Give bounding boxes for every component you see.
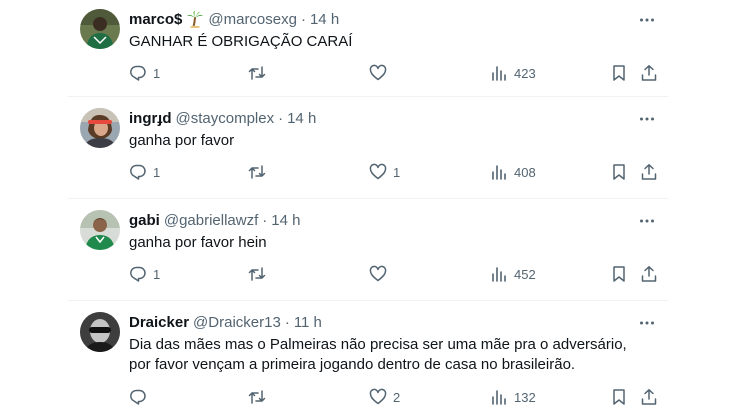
share-button[interactable]	[640, 263, 658, 285]
retweet-icon	[248, 390, 266, 404]
tweet[interactable]: Draicker @Draicker13 · 11 h Dia das mães…	[68, 301, 668, 416]
palm-tree-icon	[186, 10, 204, 29]
views-button[interactable]: 408	[490, 161, 536, 183]
display-name[interactable]: Draicker	[129, 314, 189, 331]
timestamp[interactable]: 14 h	[287, 110, 316, 127]
avatar[interactable]	[80, 9, 120, 49]
avatar[interactable]	[80, 108, 120, 148]
retweet-button[interactable]	[248, 263, 272, 285]
display-name[interactable]: gabi	[129, 212, 160, 229]
like-button[interactable]	[369, 263, 393, 285]
tweet[interactable]: marco$ @marcosexg · 14 h GANHAR É OBRIGA…	[68, 0, 668, 97]
views-count: 408	[514, 164, 536, 180]
views-count: 132	[514, 389, 536, 405]
bookmark-button[interactable]	[610, 263, 628, 285]
retweet-button[interactable]	[248, 386, 272, 408]
like-button[interactable]	[369, 62, 393, 84]
retweet-button[interactable]	[248, 62, 272, 84]
reply-icon	[130, 389, 146, 405]
tweet-actions: 1 423	[129, 62, 659, 84]
like-button[interactable]: 2	[369, 386, 400, 408]
tweet-text: ganha por favor hein	[129, 234, 267, 251]
views-icon	[492, 66, 506, 81]
reply-button[interactable]	[129, 386, 153, 408]
more-options-icon[interactable]	[638, 314, 656, 332]
timeline-feed: marco$ @marcosexg · 14 h GANHAR É OBRIGA…	[68, 0, 668, 416]
views-count: 423	[514, 65, 536, 81]
share-icon	[641, 164, 657, 180]
reply-button[interactable]: 1	[129, 161, 160, 183]
tweet[interactable]: ingrɟd @staycomplex · 14 h ganha por fav…	[68, 97, 668, 199]
reply-count: 1	[153, 266, 161, 282]
tweet-text: GANHAR É OBRIGAÇÃO CARAÍ	[129, 33, 353, 50]
bookmark-button[interactable]	[610, 161, 628, 183]
share-icon	[641, 389, 657, 405]
views-button[interactable]: 132	[490, 386, 536, 408]
heart-icon	[369, 388, 387, 405]
share-button[interactable]	[640, 386, 658, 408]
share-icon	[641, 65, 657, 81]
reply-button[interactable]: 1	[129, 263, 160, 285]
user-handle[interactable]: @staycomplex	[176, 110, 275, 127]
separator-dot: ·	[300, 10, 306, 28]
display-name[interactable]: marco$	[129, 11, 182, 28]
avatar[interactable]	[80, 312, 120, 352]
like-count: 1	[393, 164, 401, 180]
share-button[interactable]	[640, 161, 658, 183]
bookmark-icon	[613, 164, 625, 180]
bookmark-icon	[613, 389, 625, 405]
reply-count: 1	[153, 65, 161, 81]
retweet-button[interactable]	[248, 161, 272, 183]
tweet-text: Dia das mães mas o Palmeiras não precisa…	[129, 336, 627, 373]
tweet-text: ganha por favor	[129, 132, 235, 149]
user-handle[interactable]: @Draicker13	[193, 314, 281, 331]
tweet-actions: 1 452	[129, 263, 659, 285]
reply-button[interactable]: 1	[129, 62, 160, 84]
retweet-icon	[248, 66, 266, 80]
views-button[interactable]: 452	[490, 263, 536, 285]
user-handle[interactable]: @gabriellawzf	[164, 212, 258, 229]
bookmark-icon	[613, 65, 625, 81]
avatar[interactable]	[80, 210, 120, 250]
share-icon	[641, 266, 657, 282]
views-icon	[492, 165, 506, 180]
heart-icon	[369, 265, 387, 282]
separator-dot: ·	[262, 211, 268, 229]
views-icon	[492, 267, 506, 282]
reply-icon	[130, 65, 146, 81]
bookmark-button[interactable]	[610, 386, 628, 408]
reply-count: 1	[153, 164, 161, 180]
bookmark-button[interactable]	[610, 62, 628, 84]
heart-icon	[369, 163, 387, 180]
more-options-icon[interactable]	[638, 110, 656, 128]
retweet-icon	[248, 267, 266, 281]
tweet-actions: 1 1 408	[129, 161, 659, 183]
reply-icon	[130, 164, 146, 180]
display-name[interactable]: ingrɟd	[129, 110, 172, 127]
views-button[interactable]: 423	[490, 62, 536, 84]
separator-dot: ·	[284, 313, 290, 331]
more-options-icon[interactable]	[638, 212, 656, 230]
reply-icon	[130, 266, 146, 282]
timestamp[interactable]: 14 h	[271, 212, 300, 229]
separator-dot: ·	[278, 109, 284, 127]
tweet-actions: 2 132	[129, 386, 659, 408]
like-count: 2	[393, 389, 401, 405]
timestamp[interactable]: 14 h	[310, 11, 339, 28]
user-handle[interactable]: @marcosexg	[208, 11, 297, 28]
bookmark-icon	[613, 266, 625, 282]
retweet-icon	[248, 165, 266, 179]
more-options-icon[interactable]	[638, 11, 656, 29]
timestamp[interactable]: 11 h	[294, 314, 322, 331]
views-count: 452	[514, 266, 536, 282]
share-button[interactable]	[640, 62, 658, 84]
tweet[interactable]: gabi @gabriellawzf · 14 h ganha por favo…	[68, 199, 668, 301]
like-button[interactable]: 1	[369, 161, 400, 183]
views-icon	[492, 390, 506, 405]
heart-icon	[369, 64, 387, 81]
